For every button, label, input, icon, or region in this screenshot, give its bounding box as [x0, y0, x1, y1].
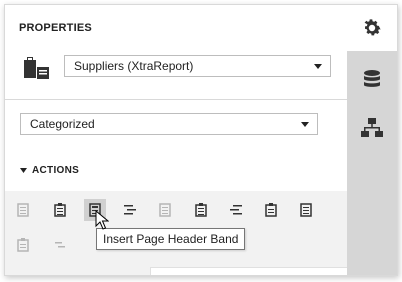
- chevron-down-icon: [314, 64, 322, 69]
- actions-section-header[interactable]: ACTIONS: [20, 165, 79, 176]
- band-action-4-button[interactable]: [119, 199, 141, 221]
- band-action-6-button[interactable]: [190, 199, 212, 221]
- right-tab-bar: [347, 5, 397, 275]
- component-select[interactable]: Suppliers (XtraReport): [64, 55, 331, 77]
- tooltip: Insert Page Header Band: [96, 228, 246, 250]
- band-icon: [159, 203, 171, 217]
- band-action-1-button[interactable]: [12, 199, 34, 221]
- report-component-icon: [23, 55, 51, 86]
- band-icon: [300, 203, 312, 217]
- view-mode-value: Categorized: [30, 117, 95, 131]
- hierarchy-icon: [361, 118, 383, 137]
- band-action-10-button[interactable]: [12, 234, 34, 256]
- view-mode-select[interactable]: Categorized: [20, 113, 318, 135]
- tab-properties[interactable]: [347, 5, 397, 51]
- chevron-down-icon: [301, 122, 309, 127]
- band-action-7-button[interactable]: [225, 199, 247, 221]
- band-lines-icon: [124, 205, 136, 215]
- database-icon: [364, 70, 380, 87]
- gear-icon: [364, 19, 381, 36]
- band-action-2-button[interactable]: [49, 199, 71, 221]
- band-icon: [265, 203, 277, 217]
- tab-field-list[interactable]: [347, 57, 397, 103]
- band-action-9-button[interactable]: [295, 199, 317, 221]
- band-action-8-button[interactable]: [260, 199, 282, 221]
- actions-label: ACTIONS: [32, 165, 80, 176]
- tab-report-explorer[interactable]: [347, 105, 397, 151]
- band-lines-icon: [55, 242, 65, 248]
- component-select-value: Suppliers (XtraReport): [74, 59, 194, 73]
- band-action-5-button[interactable]: [154, 199, 176, 221]
- band-icon: [195, 203, 207, 217]
- band-icon: [17, 203, 29, 217]
- divider: [5, 99, 347, 100]
- band-lines-icon: [230, 205, 242, 215]
- panel-title: PROPERTIES: [19, 22, 92, 34]
- band-action-11-button[interactable]: [49, 234, 71, 256]
- mouse-pointer-icon: [95, 209, 110, 235]
- collapse-triangle-icon: [20, 167, 27, 173]
- band-icon: [54, 203, 66, 217]
- lower-content-edge: [150, 267, 348, 275]
- band-icon: [17, 238, 29, 252]
